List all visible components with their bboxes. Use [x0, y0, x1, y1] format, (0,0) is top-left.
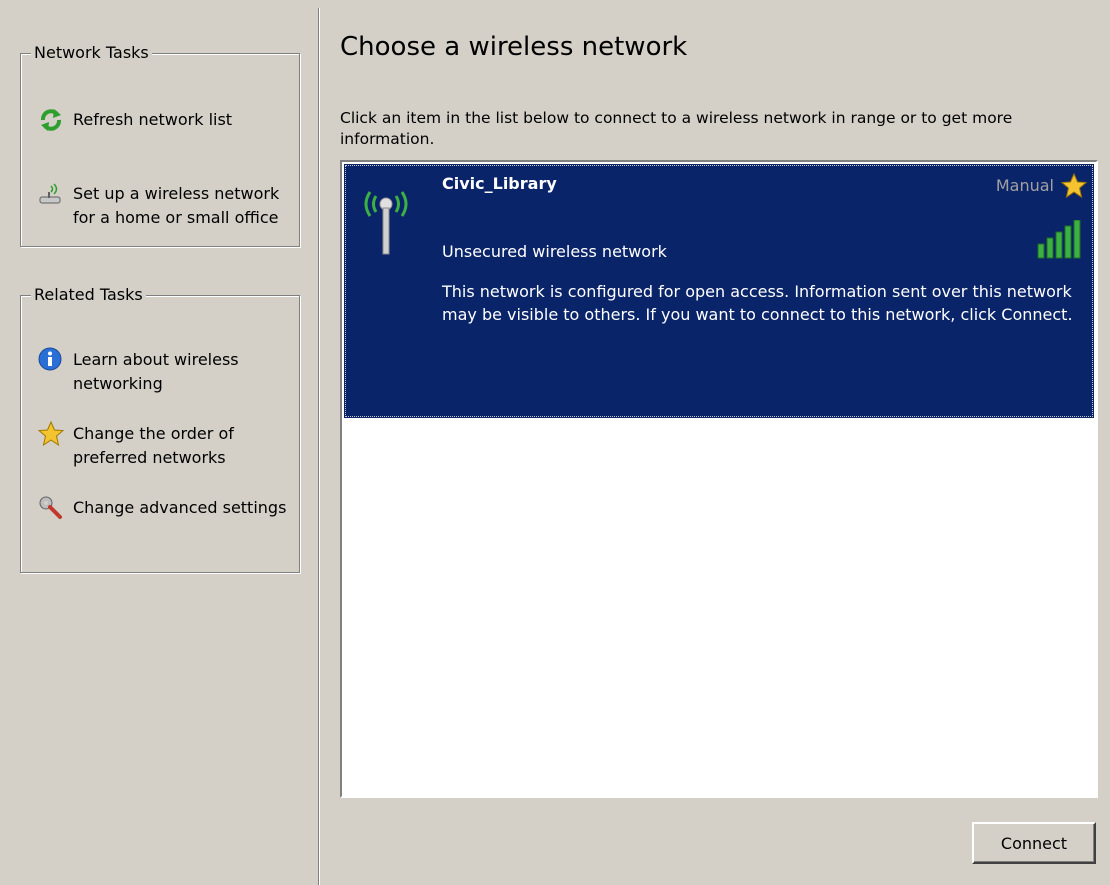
connect-button[interactable]: Connect — [972, 822, 1096, 864]
network-tasks-title: Network Tasks — [31, 43, 152, 63]
wireless-setup-icon — [37, 180, 65, 208]
signal-bar — [1037, 243, 1045, 259]
task-setup-wireless-network[interactable]: Set up a wireless network for a home or … — [37, 182, 293, 230]
task-change-advanced[interactable]: Change advanced settings — [37, 496, 293, 522]
page-title: Choose a wireless network — [340, 32, 688, 62]
task-label: Learn about wireless networking — [73, 350, 239, 393]
task-label: Set up a wireless network for a home or … — [73, 184, 280, 227]
related-tasks-group: Related Tasks Learn about wireless netwo… — [20, 285, 300, 573]
task-refresh-network-list[interactable]: Refresh network list — [37, 108, 293, 134]
signal-bar — [1046, 237, 1054, 259]
preferred-star-icon — [1060, 172, 1088, 200]
info-icon — [37, 346, 65, 374]
signal-strength-icon — [1034, 219, 1086, 260]
network-list[interactable]: Civic_Library Manual Unsecured wireless … — [340, 160, 1098, 798]
instructions-text: Click an item in the list below to conne… — [340, 109, 1013, 148]
settings-icon — [37, 494, 65, 522]
wireless-antenna-icon — [356, 178, 416, 258]
network-name: Civic_Library — [442, 174, 557, 193]
task-label: Change the order of preferred networks — [73, 424, 234, 467]
network-connection-type: Manual — [995, 176, 1054, 195]
related-tasks-title: Related Tasks — [31, 285, 146, 305]
signal-bar — [1073, 219, 1081, 259]
refresh-icon — [37, 106, 65, 134]
network-description: This network is configured for open acce… — [442, 282, 1073, 324]
signal-bar — [1064, 225, 1072, 259]
star-icon — [37, 420, 65, 448]
network-tasks-group: Network Tasks Refresh network list Set u… — [20, 43, 300, 247]
signal-bar — [1055, 231, 1063, 259]
left-task-pane: Network Tasks Refresh network list Set u… — [0, 0, 318, 885]
task-label: Refresh network list — [73, 110, 233, 129]
task-label: Change advanced settings — [73, 498, 287, 517]
network-list-item[interactable]: Civic_Library Manual Unsecured wireless … — [344, 164, 1094, 418]
task-learn-wireless[interactable]: Learn about wireless networking — [37, 346, 293, 396]
network-security-status: Unsecured wireless network — [442, 242, 667, 261]
pane-divider — [318, 8, 320, 885]
task-change-order[interactable]: Change the order of preferred networks — [37, 420, 293, 470]
